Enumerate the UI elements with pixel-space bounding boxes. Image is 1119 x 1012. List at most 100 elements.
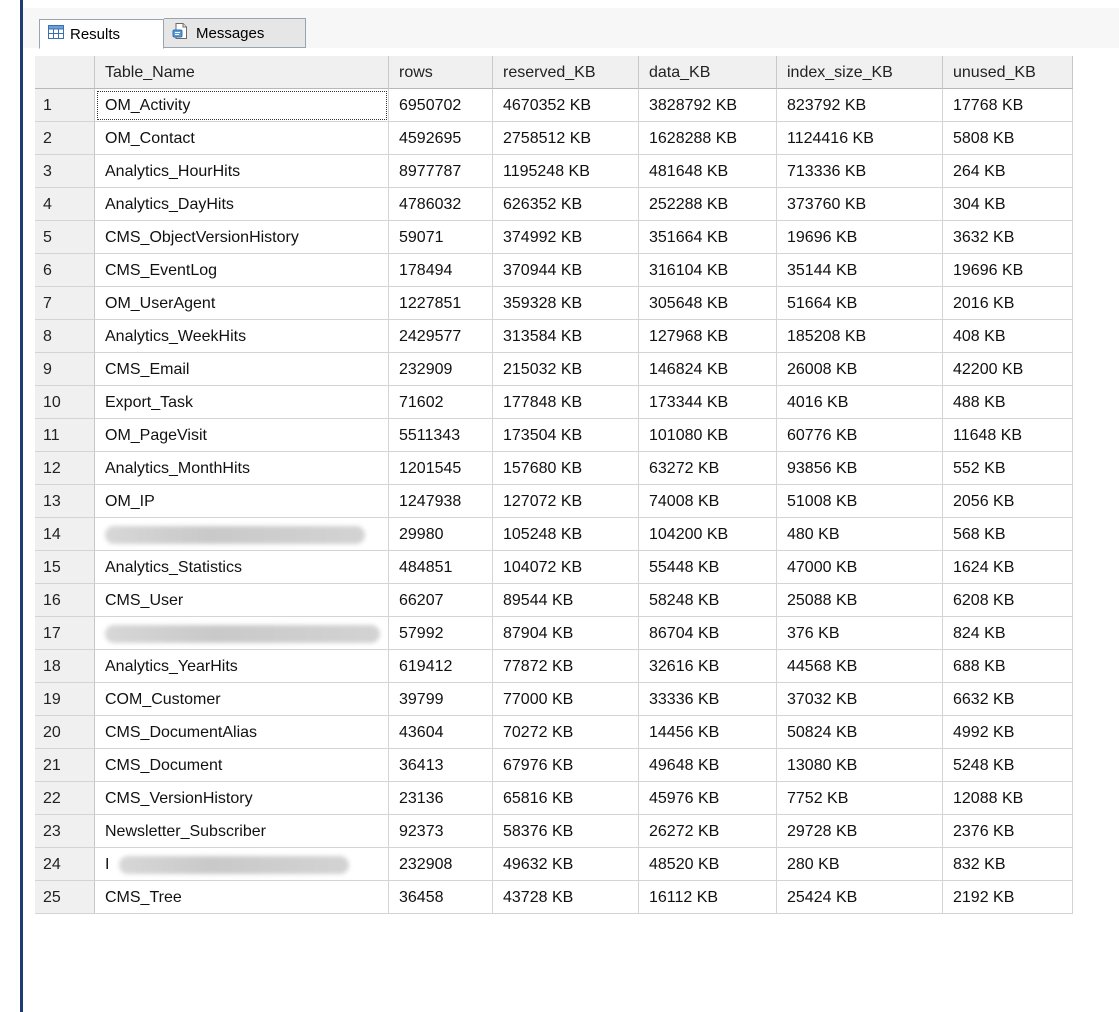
cell-data-kb[interactable]: 48520 KB xyxy=(639,848,777,881)
table-row[interactable]: 14 29980 105248 KB 104200 KB 480 KB 568 KB xyxy=(35,518,1113,551)
cell-index-size-kb[interactable]: 25088 KB xyxy=(777,584,943,617)
cell-table-name[interactable]: Analytics_HourHits xyxy=(95,155,389,188)
cell-index-size-kb[interactable]: 280 KB xyxy=(777,848,943,881)
row-number[interactable]: 2 xyxy=(35,122,95,155)
cell-data-kb[interactable]: 55448 KB xyxy=(639,551,777,584)
cell-unused-kb[interactable]: 17768 KB xyxy=(943,89,1073,122)
row-number[interactable]: 14 xyxy=(35,518,95,551)
cell-data-kb[interactable]: 16112 KB xyxy=(639,881,777,914)
cell-reserved-kb[interactable]: 127072 KB xyxy=(493,485,639,518)
cell-index-size-kb[interactable]: 376 KB xyxy=(777,617,943,650)
cell-reserved-kb[interactable]: 359328 KB xyxy=(493,287,639,320)
cell-reserved-kb[interactable]: 177848 KB xyxy=(493,386,639,419)
table-row[interactable]: 11 OM_PageVisit 5511343 173504 KB 101080 KB 6… xyxy=(35,419,1113,452)
cell-rows[interactable]: 8977787 xyxy=(389,155,493,188)
cell-reserved-kb[interactable]: 105248 KB xyxy=(493,518,639,551)
cell-unused-kb[interactable]: 568 KB xyxy=(943,518,1073,551)
cell-rows[interactable]: 4786032 xyxy=(389,188,493,221)
table-row[interactable]: 24 I 232908 49632 KB 48520 KB 280 KB 832 KB xyxy=(35,848,1113,881)
cell-table-name[interactable]: OM_Contact xyxy=(95,122,389,155)
cell-rows[interactable]: 36413 xyxy=(389,749,493,782)
cell-unused-kb[interactable]: 824 KB xyxy=(943,617,1073,650)
row-number[interactable]: 4 xyxy=(35,188,95,221)
cell-rows[interactable]: 66207 xyxy=(389,584,493,617)
cell-rows[interactable]: 29980 xyxy=(389,518,493,551)
table-row[interactable]: 10 Export_Task 71602 177848 KB 173344 KB 4016… xyxy=(35,386,1113,419)
row-number[interactable]: 8 xyxy=(35,320,95,353)
row-number[interactable]: 7 xyxy=(35,287,95,320)
cell-table-name[interactable]: COM_Customer xyxy=(95,683,389,716)
table-row[interactable]: 9 CMS_Email 232909 215032 KB 146824 KB 26008 … xyxy=(35,353,1113,386)
cell-unused-kb[interactable]: 552 KB xyxy=(943,452,1073,485)
cell-reserved-kb[interactable]: 58376 KB xyxy=(493,815,639,848)
table-row[interactable]: 20 CMS_DocumentAlias 43604 70272 KB 14456 KB… xyxy=(35,716,1113,749)
cell-rows[interactable]: 232909 xyxy=(389,353,493,386)
cell-data-kb[interactable]: 45976 KB xyxy=(639,782,777,815)
cell-reserved-kb[interactable]: 370944 KB xyxy=(493,254,639,287)
cell-unused-kb[interactable]: 2016 KB xyxy=(943,287,1073,320)
cell-data-kb[interactable]: 104200 KB xyxy=(639,518,777,551)
cell-rows[interactable]: 59071 xyxy=(389,221,493,254)
cell-table-name[interactable]: OM_PageVisit xyxy=(95,419,389,452)
cell-rows[interactable]: 5511343 xyxy=(389,419,493,452)
cell-index-size-kb[interactable]: 480 KB xyxy=(777,518,943,551)
table-row[interactable]: 7 OM_UserAgent 1227851 359328 KB 305648 KB 51… xyxy=(35,287,1113,320)
cell-index-size-kb[interactable]: 1124416 KB xyxy=(777,122,943,155)
table-row[interactable]: 17 57992 87904 KB 86704 KB 376 KB 824 KB xyxy=(35,617,1113,650)
cell-reserved-kb[interactable]: 173504 KB xyxy=(493,419,639,452)
cell-table-name[interactable]: Analytics_Statistics xyxy=(95,551,389,584)
cell-index-size-kb[interactable]: 823792 KB xyxy=(777,89,943,122)
cell-table-name[interactable]: CMS_User xyxy=(95,584,389,617)
cell-unused-kb[interactable]: 5808 KB xyxy=(943,122,1073,155)
cell-unused-kb[interactable]: 19696 KB xyxy=(943,254,1073,287)
cell-reserved-kb[interactable]: 626352 KB xyxy=(493,188,639,221)
cell-data-kb[interactable]: 33336 KB xyxy=(639,683,777,716)
cell-unused-kb[interactable]: 6208 KB xyxy=(943,584,1073,617)
row-number[interactable]: 23 xyxy=(35,815,95,848)
cell-table-name[interactable]: Export_Task xyxy=(95,386,389,419)
cell-table-name[interactable]: CMS_VersionHistory xyxy=(95,782,389,815)
row-number[interactable]: 11 xyxy=(35,419,95,452)
cell-reserved-kb[interactable]: 70272 KB xyxy=(493,716,639,749)
cell-index-size-kb[interactable]: 25424 KB xyxy=(777,881,943,914)
cell-unused-kb[interactable]: 11648 KB xyxy=(943,419,1073,452)
cell-rows[interactable]: 6950702 xyxy=(389,89,493,122)
results-grid[interactable]: Table_Name rows reserved_KB data_KB inde… xyxy=(35,56,1113,914)
cell-index-size-kb[interactable]: 373760 KB xyxy=(777,188,943,221)
cell-unused-kb[interactable]: 6632 KB xyxy=(943,683,1073,716)
column-header-rows[interactable]: rows xyxy=(389,56,493,89)
cell-table-name[interactable]: Analytics_YearHits xyxy=(95,650,389,683)
cell-reserved-kb[interactable]: 157680 KB xyxy=(493,452,639,485)
cell-unused-kb[interactable]: 688 KB xyxy=(943,650,1073,683)
cell-index-size-kb[interactable]: 50824 KB xyxy=(777,716,943,749)
cell-reserved-kb[interactable]: 87904 KB xyxy=(493,617,639,650)
cell-rows[interactable]: 232908 xyxy=(389,848,493,881)
cell-index-size-kb[interactable]: 47000 KB xyxy=(777,551,943,584)
table-row[interactable]: 19 COM_Customer 39799 77000 KB 33336 KB 37032… xyxy=(35,683,1113,716)
table-row[interactable]: 16 CMS_User 66207 89544 KB 58248 KB 25088 KB 6… xyxy=(35,584,1113,617)
cell-rows[interactable]: 4592695 xyxy=(389,122,493,155)
cell-index-size-kb[interactable]: 35144 KB xyxy=(777,254,943,287)
cell-data-kb[interactable]: 49648 KB xyxy=(639,749,777,782)
cell-index-size-kb[interactable]: 37032 KB xyxy=(777,683,943,716)
column-header-data-kb[interactable]: data_KB xyxy=(639,56,777,89)
row-number[interactable]: 1 xyxy=(35,89,95,122)
table-row[interactable]: 25 CMS_Tree 36458 43728 KB 16112 KB 25424 KB 2… xyxy=(35,881,1113,914)
corner-header[interactable] xyxy=(35,56,95,89)
cell-table-name[interactable]: Analytics_WeekHits xyxy=(95,320,389,353)
cell-data-kb[interactable]: 351664 KB xyxy=(639,221,777,254)
cell-unused-kb[interactable]: 42200 KB xyxy=(943,353,1073,386)
row-number[interactable]: 17 xyxy=(35,617,95,650)
cell-rows[interactable]: 2429577 xyxy=(389,320,493,353)
cell-unused-kb[interactable]: 5248 KB xyxy=(943,749,1073,782)
cell-unused-kb[interactable]: 1624 KB xyxy=(943,551,1073,584)
row-number[interactable]: 24 xyxy=(35,848,95,881)
cell-unused-kb[interactable]: 12088 KB xyxy=(943,782,1073,815)
cell-index-size-kb[interactable]: 4016 KB xyxy=(777,386,943,419)
cell-table-name[interactable]: CMS_Document xyxy=(95,749,389,782)
row-number[interactable]: 13 xyxy=(35,485,95,518)
cell-table-name[interactable]: I xyxy=(95,848,389,881)
cell-table-name[interactable]: CMS_DocumentAlias xyxy=(95,716,389,749)
cell-table-name[interactable]: CMS_ObjectVersionHistory xyxy=(95,221,389,254)
cell-data-kb[interactable]: 316104 KB xyxy=(639,254,777,287)
